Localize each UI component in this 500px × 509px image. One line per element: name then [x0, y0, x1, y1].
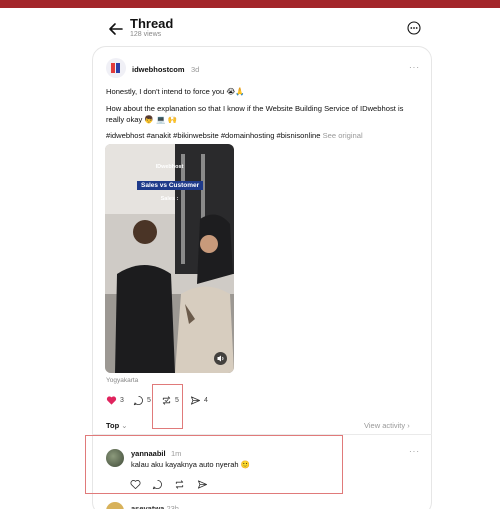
video-frame	[105, 144, 234, 373]
video-caption: Sales :	[160, 196, 179, 202]
video-logo-text: IDwebhost	[155, 164, 184, 170]
view-activity-label: View activity	[364, 421, 406, 430]
repost-icon	[175, 479, 184, 489]
view-count: 128 views	[130, 31, 162, 38]
send-icon	[197, 479, 208, 489]
reply-comment-button[interactable]	[152, 478, 163, 490]
view-activity-link[interactable]: View activity ›	[364, 421, 410, 430]
reply-more-button[interactable]: ···	[409, 447, 420, 456]
idwebhost-logo-icon	[111, 63, 120, 73]
thread-header: Thread 128 views	[92, 14, 432, 44]
post-text-line: Honestly, I don't intend to force you 😭🙏	[106, 87, 245, 96]
next-reply-header: aseyatwa 23h	[131, 504, 179, 509]
reply-repost-button[interactable]	[174, 478, 185, 490]
page-title: Thread	[130, 16, 174, 31]
sort-label: Top	[106, 421, 120, 430]
comment-icon	[152, 479, 162, 489]
share-count: 4	[204, 396, 208, 404]
share-button[interactable]: 4	[190, 394, 208, 406]
like-count: 3	[120, 396, 124, 404]
speaker-icon	[217, 355, 224, 362]
more-circle-icon[interactable]	[407, 21, 421, 35]
avatar[interactable]	[106, 449, 124, 467]
heart-icon	[106, 395, 117, 405]
see-original-link[interactable]: See original	[323, 131, 363, 140]
heart-outline-icon	[130, 479, 141, 489]
avatar[interactable]	[106, 58, 126, 78]
reply-username[interactable]: yannaabil	[131, 449, 166, 458]
hashtags[interactable]: #idwebhost #anakit #bikinwebsite #domain…	[106, 131, 320, 140]
post-username[interactable]: idwebhostcom	[132, 65, 185, 74]
mute-button[interactable]	[214, 352, 227, 365]
comment-button[interactable]: 5	[133, 394, 151, 406]
post-timestamp: 3d	[191, 65, 200, 74]
video-banner: Sales vs Customer	[137, 181, 204, 190]
next-reply-timestamp: 23h	[166, 504, 179, 509]
chevron-down-icon: ⌄	[121, 421, 128, 430]
like-button[interactable]: 3	[106, 394, 124, 406]
post-video[interactable]: IDwebhost Sales vs Customer Sales :	[105, 144, 234, 373]
repost-highlight-box	[152, 384, 183, 429]
arrow-left-icon[interactable]	[107, 20, 125, 38]
sort-dropdown[interactable]: Top ⌄	[106, 421, 127, 430]
comment-icon	[133, 395, 143, 405]
post-hashtags: #idwebhost #anakit #bikinwebsite #domain…	[106, 130, 421, 141]
send-icon	[190, 395, 201, 405]
browser-top-bar	[0, 0, 500, 8]
post-more-button[interactable]: ···	[409, 63, 420, 72]
reply-share-button[interactable]	[197, 478, 208, 490]
post-text-paragraph: How about the explanation so that I know…	[106, 104, 404, 124]
comment-count: 5	[147, 396, 151, 404]
reply-text: kalau aku kayaknya auto nyerah 🙂	[131, 460, 250, 469]
reply-timestamp: 1m	[171, 449, 182, 458]
reply-like-button[interactable]	[130, 478, 141, 490]
location-tag[interactable]: Yogyakarta	[106, 377, 138, 384]
next-reply-username[interactable]: aseyatwa	[131, 504, 164, 509]
chevron-right-icon: ›	[407, 421, 410, 430]
